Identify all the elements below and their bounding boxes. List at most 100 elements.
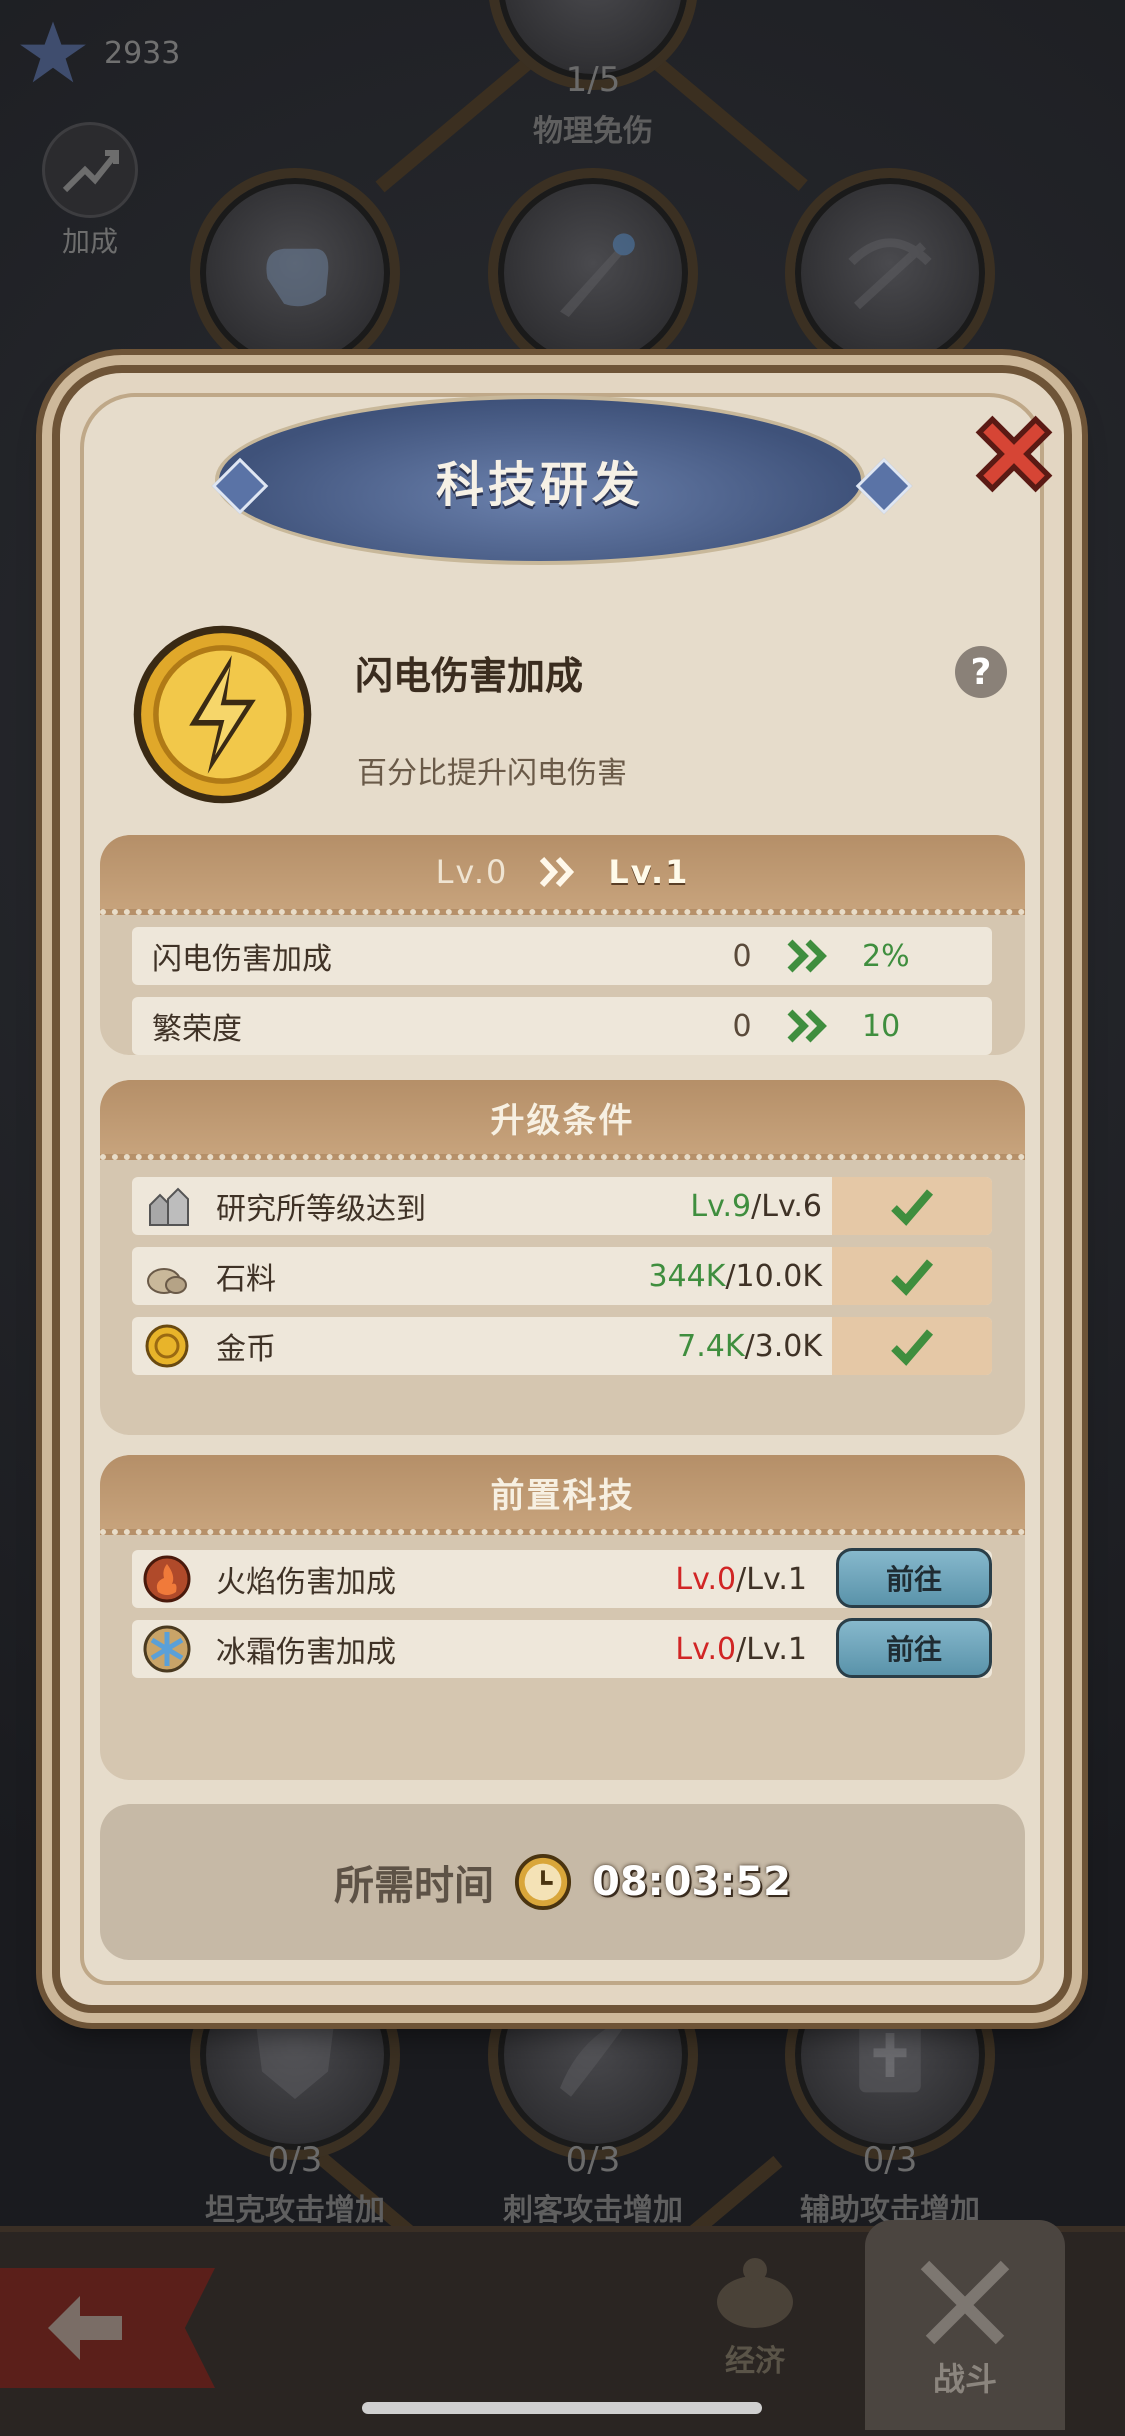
lightning-icon (133, 625, 312, 804)
skill-description: 百分比提升闪电伤害 (357, 756, 627, 791)
condition-row: 金币 7.4K/3.0K (132, 1317, 992, 1375)
condition-separator: / (744, 1328, 755, 1364)
back-arrow-icon (48, 2296, 122, 2360)
prerequisite-need: Lv.1 (746, 1561, 807, 1597)
condition-check (832, 1247, 992, 1305)
prerequisite-have: Lv.0 (675, 1631, 737, 1667)
sword-icon (560, 233, 635, 317)
crossbow-icon (848, 238, 932, 310)
condition-value: Lv.9/Lv.6 (690, 1189, 822, 1224)
condition-row: 石料 344K/10.0K (132, 1247, 992, 1305)
condition-label: 研究所等级达到 (216, 1192, 426, 1227)
prerequisite-need: Lv.1 (746, 1631, 807, 1667)
go-to-button[interactable]: 前往 (836, 1618, 992, 1678)
tech-node-bow[interactable] (785, 168, 995, 378)
go-to-button[interactable]: 前往 (836, 1548, 992, 1608)
required-time-label: 所需时间 (334, 1863, 494, 1909)
prerequisite-header: 前置科技 (100, 1455, 1025, 1535)
condition-label: 石料 (216, 1262, 276, 1297)
fire-icon (143, 1555, 191, 1603)
tech-node-tank-label: 坦克攻击增加 (205, 2193, 385, 2228)
condition-check (832, 1177, 992, 1235)
research-lab-icon (149, 1187, 189, 1226)
prerequisite-label: 火焰伤害加成 (216, 1565, 396, 1600)
condition-need: 10.0K (735, 1258, 822, 1294)
condition-have: 344K (648, 1258, 726, 1294)
required-time-bar: 所需时间 08:03:52 (100, 1804, 1025, 1960)
tech-node-support-count: 0/3 (862, 2140, 918, 2180)
tech-node-tank-count: 0/3 (267, 2140, 323, 2180)
tab-economy[interactable]: 经济 (690, 2252, 820, 2380)
prerequisite-label: 冰霜伤害加成 (216, 1635, 396, 1670)
double-arrow-icon (787, 939, 827, 973)
tech-node-top-count: 1/5 (565, 60, 621, 100)
stat-row: 闪电伤害加成 0 2% (132, 927, 992, 985)
prerequisite-have: Lv.0 (675, 1561, 737, 1597)
upgrade-conditions-panel: 升级条件 研究所等级达到 Lv.9/Lv.6 石料 344K/10.0K 金币 … (100, 1080, 1025, 1435)
close-button[interactable] (960, 400, 1068, 508)
crossed-swords-icon (920, 2260, 1010, 2345)
title-banner: 科技研发 (215, 395, 865, 565)
condition-need: 3.0K (754, 1328, 822, 1364)
condition-label: 金币 (216, 1332, 276, 1367)
level-header: Lv.0 Lv.1 (100, 835, 1025, 915)
level-to: Lv.1 (608, 853, 690, 891)
condition-row: 研究所等级达到 Lv.9/Lv.6 (132, 1177, 992, 1235)
star-count: 2933 (104, 35, 181, 71)
gold-coin-icon (145, 1324, 189, 1368)
prerequisite-level: Lv.0/Lv.1 (675, 1562, 807, 1597)
condition-separator: / (725, 1258, 736, 1294)
prerequisite-row: 火焰伤害加成 Lv.0/Lv.1 前往 (132, 1548, 992, 1608)
tech-node-weapon[interactable] (488, 168, 698, 378)
tech-node-fist[interactable] (190, 168, 400, 378)
dialog-title: 科技研发 (435, 457, 644, 513)
checkmark-icon (891, 1189, 934, 1226)
shield-icon (256, 2011, 334, 2099)
level-panel: Lv.0 Lv.1 闪电伤害加成 0 2% 繁荣度 0 10 (100, 835, 1025, 1055)
bonus-icon (42, 122, 138, 218)
condition-need: Lv.6 (761, 1188, 822, 1224)
economy-icon (717, 2258, 793, 2328)
double-arrow-icon (540, 856, 575, 888)
condition-have: 7.4K (677, 1328, 745, 1364)
prerequisite-row: 冰霜伤害加成 Lv.0/Lv.1 前往 (132, 1618, 992, 1678)
book-icon (859, 2019, 921, 2093)
stat-to: 2% (862, 938, 910, 974)
fist-icon (266, 248, 329, 307)
condition-check (832, 1317, 992, 1375)
frost-icon (143, 1625, 191, 1673)
stone-icon (147, 1268, 187, 1294)
home-indicator[interactable] (362, 2402, 762, 2414)
checkmark-icon (891, 1259, 934, 1296)
help-button[interactable]: ? (955, 646, 1007, 698)
stat-row: 繁荣度 0 10 (132, 997, 992, 1055)
condition-have: Lv.9 (690, 1188, 752, 1224)
condition-value: 7.4K/3.0K (677, 1329, 822, 1364)
checkmark-icon (891, 1329, 934, 1366)
bonus-button[interactable]: 加成 (40, 122, 140, 260)
tab-battle-label: 战斗 (932, 2360, 997, 2398)
prerequisite-separator: / (736, 1631, 747, 1667)
skill-name: 闪电伤害加成 (355, 654, 584, 698)
prerequisite-separator: / (736, 1561, 747, 1597)
close-icon (975, 415, 1053, 493)
prerequisite-panel: 前置科技 火焰伤害加成 Lv.0/Lv.1 前往 冰霜伤害加成 Lv.0/Lv.… (100, 1455, 1025, 1780)
tech-node-assassin-label: 刺客攻击增加 (503, 2193, 683, 2228)
stat-from: 0 (732, 938, 752, 974)
double-arrow-icon (787, 1009, 827, 1043)
tab-economy-label: 经济 (725, 2344, 785, 2379)
bonus-label: 加成 (61, 225, 118, 258)
tech-node-assassin-count: 0/3 (565, 2140, 621, 2180)
level-from: Lv.0 (435, 853, 509, 891)
required-time-value: 08:03:52 (592, 1859, 791, 1905)
back-button[interactable] (0, 2268, 215, 2388)
star-resource: 2933 (18, 18, 180, 88)
stat-label: 繁荣度 (152, 1012, 242, 1047)
prerequisite-level: Lv.0/Lv.1 (675, 1632, 807, 1667)
condition-value: 344K/10.0K (648, 1259, 822, 1294)
star-icon (20, 21, 86, 83)
stat-from: 0 (732, 1008, 752, 1044)
conditions-header: 升级条件 (100, 1080, 1025, 1160)
tab-battle[interactable]: 战斗 (865, 2220, 1065, 2430)
tech-node-top-label: 物理免伤 (533, 114, 653, 149)
